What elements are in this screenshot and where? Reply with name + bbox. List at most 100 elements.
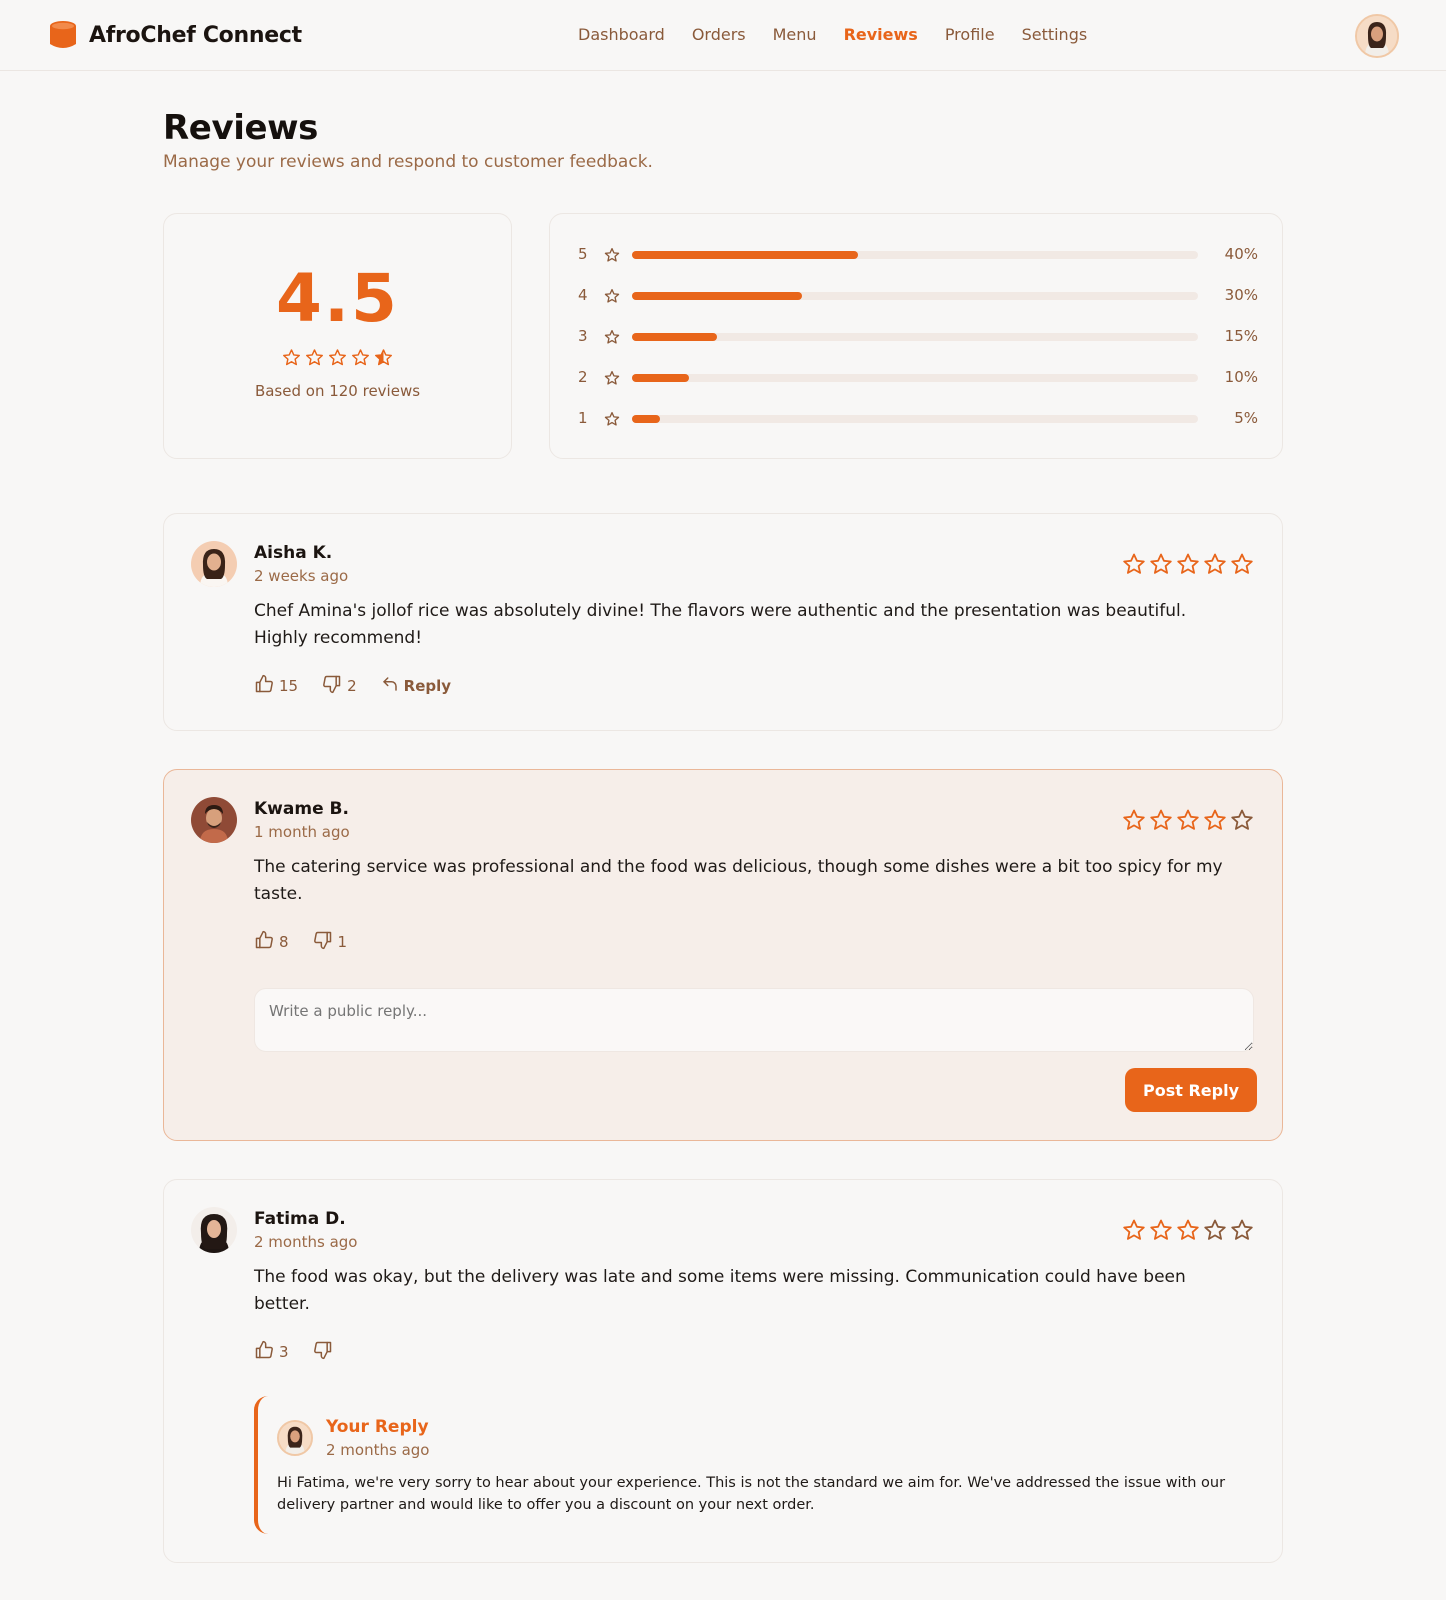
- reviewer-name: Kwame B.: [254, 799, 349, 819]
- review-rating-stars: [1122, 1218, 1254, 1246]
- app-name: AfroChef Connect: [89, 22, 302, 48]
- post-reply-button[interactable]: Post Reply: [1125, 1068, 1257, 1112]
- page-title: Reviews: [163, 108, 318, 148]
- dislike-count: 2: [347, 677, 357, 695]
- like-button[interactable]: 3: [254, 1340, 289, 1364]
- like-button[interactable]: 8: [254, 930, 289, 954]
- half-star-icon: [374, 348, 393, 371]
- star-icon: [282, 348, 301, 371]
- public-reply-input[interactable]: [254, 988, 1254, 1052]
- review-rating-stars: [1122, 552, 1254, 580]
- top-navigation-bar: AfroChef Connect Dashboard Orders Menu R…: [0, 0, 1446, 71]
- review-date: 1 month ago: [254, 823, 350, 841]
- review-count: Based on 120 reviews: [254, 382, 421, 400]
- star-icon: [1176, 1218, 1200, 1246]
- star-icon: [1149, 1218, 1173, 1246]
- thumbs-down-icon: [313, 930, 333, 954]
- star-icon: [328, 348, 347, 371]
- reviewer-name: Fatima D.: [254, 1209, 346, 1229]
- star-icon: [1203, 1218, 1227, 1246]
- star-icon: [1122, 808, 1146, 836]
- dislike-button[interactable]: 1: [313, 930, 348, 954]
- review-text: The food was okay, but the delivery was …: [254, 1267, 1186, 1314]
- distribution-bar-fill: [632, 333, 717, 341]
- star-icon: [1122, 552, 1146, 580]
- star-icon: [1149, 552, 1173, 580]
- review-rating-stars: [1122, 808, 1254, 836]
- chef-reply-date: 2 months ago: [326, 1441, 430, 1459]
- dislike-button[interactable]: [313, 1340, 338, 1364]
- average-rating-stars: [164, 348, 511, 371]
- nav-profile[interactable]: Profile: [945, 25, 995, 44]
- star-icon: [1176, 552, 1200, 580]
- page-subtitle: Manage your reviews and respond to custo…: [163, 152, 653, 172]
- review-card: Aisha K. 2 weeks ago Chef Amina's jollof…: [163, 513, 1283, 731]
- review-actions: 8 1: [254, 930, 371, 954]
- star-icon: [1203, 552, 1227, 580]
- star-icon: [305, 348, 324, 371]
- pot-logo-icon: [49, 20, 77, 50]
- star-icon: [604, 411, 620, 431]
- distribution-percent: 5%: [1234, 409, 1258, 427]
- review-actions: 15 2 Reply: [254, 674, 475, 698]
- nav-menu[interactable]: Menu: [773, 25, 817, 44]
- star-icon: [604, 247, 620, 267]
- thumbs-down-icon: [313, 1340, 333, 1364]
- distribution-star-count: 1: [578, 409, 588, 427]
- reply-arrow-icon: [381, 675, 399, 697]
- reviewer-avatar: [191, 1207, 237, 1253]
- distribution-bar-fill: [632, 374, 689, 382]
- brand[interactable]: AfroChef Connect: [49, 20, 302, 50]
- thumbs-down-icon: [322, 674, 342, 698]
- reviewer-avatar: [191, 797, 237, 843]
- review-date: 2 weeks ago: [254, 567, 349, 585]
- reviewer-avatar: [191, 541, 237, 587]
- reply-label: Reply: [403, 677, 452, 695]
- star-icon: [1149, 808, 1173, 836]
- like-count: 8: [279, 933, 289, 951]
- review-text: Chef Amina's jollof rice was absolutely …: [254, 601, 1187, 648]
- review-date: 2 months ago: [254, 1233, 358, 1251]
- thumbs-up-icon: [254, 674, 274, 698]
- star-icon: [351, 348, 370, 371]
- reply-button[interactable]: Reply: [381, 675, 451, 697]
- chef-avatar: [277, 1420, 313, 1456]
- dislike-button[interactable]: 2: [322, 674, 357, 698]
- distribution-bar: [632, 251, 1198, 259]
- review-card: Fatima D. 2 months ago The food was okay…: [163, 1179, 1283, 1563]
- star-icon: [604, 329, 620, 349]
- star-icon: [1203, 808, 1227, 836]
- dislike-count: 1: [337, 933, 348, 951]
- distribution-bar-fill: [632, 292, 802, 300]
- distribution-star-count: 5: [578, 245, 588, 263]
- distribution-star-count: 4: [578, 286, 588, 304]
- star-icon: [1176, 808, 1200, 836]
- like-count: 3: [279, 1343, 289, 1361]
- distribution-percent: 15%: [1224, 327, 1258, 345]
- rating-distribution-card: 5 40% 4 30% 3 15% 2 10% 1 5%: [549, 213, 1283, 459]
- like-button[interactable]: 15: [254, 674, 298, 698]
- distribution-row: 1 5%: [578, 409, 1258, 429]
- chef-reply-text: Hi Fatima, we're very sorry to hear abou…: [277, 1475, 1226, 1513]
- star-icon: [1230, 552, 1254, 580]
- chef-reply-title: Your Reply: [326, 1417, 429, 1437]
- star-icon: [1230, 808, 1254, 836]
- distribution-bar: [632, 292, 1198, 300]
- nav-settings[interactable]: Settings: [1022, 25, 1088, 44]
- distribution-percent: 30%: [1224, 286, 1258, 304]
- star-icon: [1122, 1218, 1146, 1246]
- nav-orders[interactable]: Orders: [692, 25, 746, 44]
- distribution-bar-fill: [632, 415, 661, 423]
- thumbs-up-icon: [254, 1340, 274, 1364]
- review-actions: 3: [254, 1340, 362, 1364]
- nav-dashboard[interactable]: Dashboard: [578, 25, 665, 44]
- distribution-bar: [632, 374, 1198, 382]
- user-avatar[interactable]: [1355, 14, 1399, 58]
- thumbs-up-icon: [254, 930, 274, 954]
- star-icon: [1230, 1218, 1254, 1246]
- distribution-percent: 10%: [1224, 368, 1258, 386]
- distribution-star-count: 3: [578, 327, 588, 345]
- chef-reply: Your Reply 2 months ago Hi Fatima, we're…: [254, 1396, 1234, 1534]
- nav-reviews[interactable]: Reviews: [844, 25, 918, 44]
- distribution-percent: 40%: [1224, 245, 1258, 263]
